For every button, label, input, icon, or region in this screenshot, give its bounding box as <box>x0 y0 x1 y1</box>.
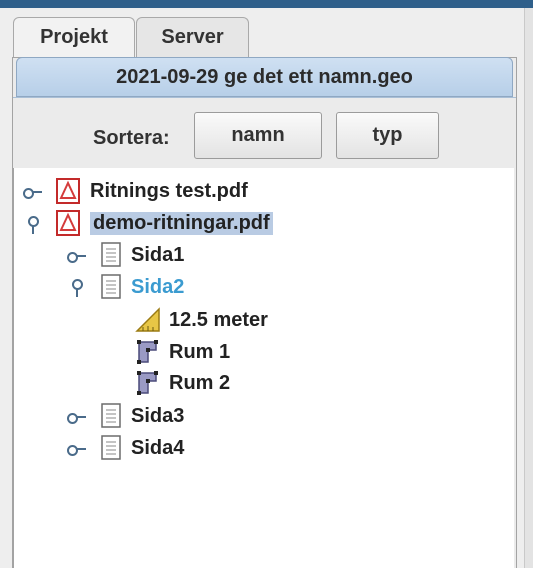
tab-server-label: Server <box>161 26 224 48</box>
tree-item-demo-ritningar[interactable]: demo-ritningar.pdf <box>56 208 273 238</box>
collapsed-toggle-icon[interactable] <box>67 249 87 263</box>
tree-item-sida3[interactable]: Sida3 <box>101 401 184 431</box>
room-icon <box>135 370 161 396</box>
collapsed-toggle-icon[interactable] <box>67 410 87 424</box>
page-icon <box>101 274 123 300</box>
tree-item-label: Ritnings test.pdf <box>90 179 248 202</box>
tree-item-sida4[interactable]: Sida4 <box>101 433 184 463</box>
tab-projekt-label: Projekt <box>40 26 108 48</box>
tree-item-label: Sida1 <box>131 243 185 266</box>
tree-item-label: Sida2 <box>131 275 185 298</box>
expanded-toggle-icon[interactable] <box>67 279 87 297</box>
tab-projekt[interactable]: Projekt <box>13 17 135 57</box>
page-icon <box>101 242 123 268</box>
tree-item-sida1[interactable]: Sida1 <box>101 240 184 270</box>
expanded-toggle-icon[interactable] <box>23 216 43 234</box>
page-icon <box>101 403 123 429</box>
collapsed-toggle-icon[interactable] <box>67 442 87 456</box>
tree-item-label: demo-ritningar.pdf <box>90 211 273 235</box>
sort-by-type-button[interactable]: typ <box>336 112 439 159</box>
tree-item-sida2[interactable]: Sida2 <box>101 272 184 302</box>
tab-server[interactable]: Server <box>136 17 249 57</box>
tree-item-label: Sida3 <box>131 404 185 427</box>
tree-item-rum1[interactable]: Rum 1 <box>135 337 230 367</box>
pdf-icon <box>56 210 82 236</box>
tree-item-label: Sida4 <box>131 436 185 459</box>
tree-item-label: 12.5 meter <box>169 308 268 331</box>
window-top-border <box>0 0 533 8</box>
tree-item-label: Rum 2 <box>169 371 231 394</box>
sort-by-name-button[interactable]: namn <box>194 112 322 159</box>
pdf-icon <box>56 178 82 204</box>
page-icon <box>101 435 123 461</box>
tree-item-ritnings-test[interactable]: Ritnings test.pdf <box>56 176 248 206</box>
collapsed-toggle-icon[interactable] <box>23 185 43 199</box>
sort-label: Sortera: <box>93 127 170 149</box>
divider <box>13 97 516 98</box>
project-tree[interactable]: Ritnings test.pdf demo-ritningar.pdf Sid… <box>13 168 514 568</box>
tree-item-measure[interactable]: 12.5 meter <box>135 305 268 335</box>
tree-item-label: Rum 1 <box>169 340 231 363</box>
scroll-edge[interactable] <box>524 8 533 568</box>
ruler-icon <box>135 307 161 333</box>
file-tab[interactable]: 2021-09-29 ge det ett namn.geo <box>16 57 513 97</box>
file-tab-title: 2021-09-29 ge det ett namn.geo <box>116 65 413 88</box>
tree-item-rum2[interactable]: Rum 2 <box>135 368 230 398</box>
room-icon <box>135 339 161 365</box>
